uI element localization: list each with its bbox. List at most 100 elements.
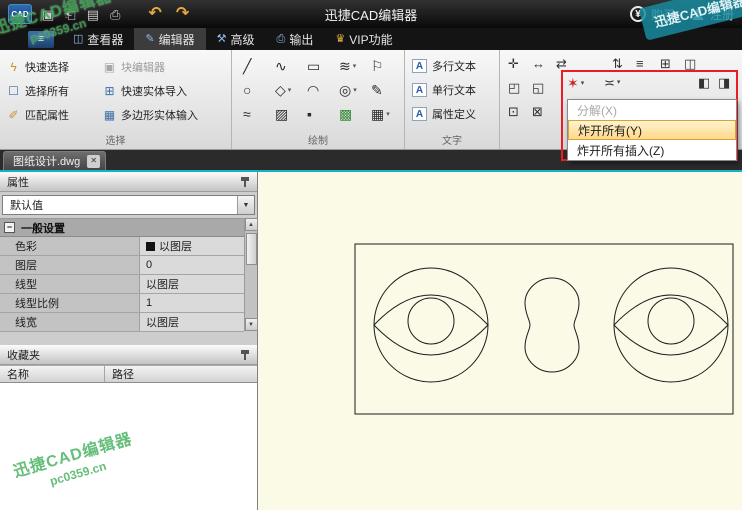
- close-icon[interactable]: ✕: [87, 155, 100, 168]
- multiline-text-button[interactable]: A 多行文本: [412, 54, 497, 78]
- viewport-icon[interactable]: ◫: [684, 57, 696, 70]
- spline-tool[interactable]: ∿: [272, 59, 304, 73]
- property-row-linetype-scale[interactable]: 线型比例 1: [0, 294, 244, 313]
- tab-advanced[interactable]: ⚒ 高级: [206, 28, 266, 50]
- text-group: A 多行文本 A 单行文本 A 属性定义 文字: [405, 50, 500, 149]
- print-icon[interactable]: ⎙: [110, 8, 120, 21]
- trim-icon[interactable]: ◰: [508, 81, 520, 94]
- spline-icon: ∿: [275, 59, 287, 73]
- polygon-tool[interactable]: ◇▾: [272, 83, 304, 97]
- left-eye-inner-circle[interactable]: [408, 298, 454, 344]
- right-eye-lens[interactable]: [614, 295, 728, 355]
- open-file-icon[interactable]: ⎗: [65, 8, 75, 21]
- arc-icon: ◠: [307, 83, 319, 97]
- preset-dropdown[interactable]: 默认值 ▼: [2, 195, 255, 215]
- document-tab[interactable]: 图纸设计.dwg ✕: [3, 151, 106, 170]
- app-menu-button[interactable]: ≡: [28, 31, 54, 48]
- hatch-tool[interactable]: ▨: [272, 107, 304, 121]
- left-eye-outer-circle[interactable]: [374, 268, 488, 382]
- property-row-layer[interactable]: 图层 0: [0, 256, 244, 275]
- rectangle-tool[interactable]: ▭: [304, 59, 336, 73]
- match-properties-button[interactable]: ✐ 匹配属性: [6, 103, 102, 127]
- move-icon[interactable]: ✛: [508, 57, 519, 70]
- pin-icon[interactable]: [240, 176, 250, 188]
- chevron-down-icon[interactable]: ▼: [237, 196, 254, 214]
- app-menu-icon: ≡: [38, 33, 44, 45]
- point-tool[interactable]: ▪: [304, 107, 336, 121]
- favorites-list[interactable]: [0, 383, 257, 510]
- quick-access-toolbar: ▣ ⎗ ▤ ⎙: [42, 8, 120, 21]
- property-value[interactable]: 以图层: [140, 237, 244, 255]
- scrollbar[interactable]: ▲ ▼: [244, 218, 257, 331]
- property-value[interactable]: 0: [140, 256, 244, 274]
- quick-entity-import-button[interactable]: ⊞ 快速实体导入: [102, 79, 198, 103]
- column-header-name[interactable]: 名称: [0, 366, 105, 383]
- property-row-linetype[interactable]: 线型 以图层: [0, 275, 244, 294]
- modify-tool-b-button[interactable]: ◨: [718, 76, 730, 89]
- buy-button[interactable]: ¥ 购买: [630, 6, 675, 23]
- undo-icon[interactable]: ↶: [148, 6, 161, 22]
- line-tool[interactable]: ╱: [240, 59, 272, 73]
- scroll-up-icon[interactable]: ▲: [245, 218, 258, 231]
- property-row-color[interactable]: 色彩 以图层: [0, 237, 244, 256]
- tab-label: VIP功能: [349, 31, 392, 48]
- color-swatch: [146, 242, 155, 251]
- offset-icon[interactable]: ⇄: [556, 57, 567, 70]
- insert-block-icon[interactable]: ⊞: [660, 57, 671, 70]
- select-all-button[interactable]: ☐ 选择所有: [6, 79, 102, 103]
- property-row-lineweight[interactable]: 线宽 以图层: [0, 313, 244, 332]
- button-label: 属性定义: [432, 106, 476, 122]
- property-value[interactable]: 以图层: [140, 313, 244, 331]
- right-eye-outer-circle[interactable]: [614, 268, 728, 382]
- singleline-text-button[interactable]: A 单行文本: [412, 78, 497, 102]
- pin-icon[interactable]: [240, 349, 250, 361]
- redo-icon[interactable]: ↷: [176, 6, 189, 22]
- erase-icon[interactable]: ⊠: [532, 105, 543, 118]
- section-general-settings[interactable]: − 一般设置: [0, 219, 244, 237]
- explode-dropdown-button[interactable]: ✶ ▾: [567, 76, 584, 90]
- scroll-down-icon[interactable]: ▼: [245, 318, 258, 331]
- revision-flag-tool[interactable]: ⚐: [368, 59, 400, 73]
- register-button[interactable]: 注册: [691, 6, 734, 23]
- menu-item-explode-all-inserts[interactable]: 炸开所有插入(Z): [568, 140, 736, 160]
- arc-tool[interactable]: ◠: [304, 83, 336, 97]
- column-header-path[interactable]: 路径: [105, 366, 257, 383]
- right-eye-inner-circle[interactable]: [648, 298, 694, 344]
- new-file-icon[interactable]: ▣: [42, 8, 54, 21]
- fillet-icon[interactable]: ◱: [532, 81, 544, 94]
- circle-tool[interactable]: ○: [240, 83, 272, 97]
- modify-tool-a-button[interactable]: ◧: [698, 76, 710, 89]
- align-dropdown-button[interactable]: ≍ ▾: [604, 76, 620, 89]
- table-tool[interactable]: ▦▾: [368, 107, 400, 121]
- region-tool[interactable]: ▩: [336, 107, 368, 121]
- tab-vip[interactable]: ♛ VIP功能: [324, 28, 403, 50]
- middle-peanut-shape[interactable]: [525, 278, 579, 372]
- explode-dropdown-menu: 分解(X) 炸开所有(Y) 炸开所有插入(Z): [567, 99, 737, 161]
- save-icon[interactable]: ▤: [87, 8, 99, 21]
- scrollbar-thumb[interactable]: [246, 233, 257, 265]
- drawing-rectangle[interactable]: [355, 244, 733, 414]
- attribute-define-button[interactable]: A 属性定义: [412, 102, 497, 126]
- polygon-entity-input-button[interactable]: ▦ 多边形实体输入: [102, 103, 198, 127]
- scale-box-icon[interactable]: ⊡: [508, 105, 519, 118]
- drawing-canvas[interactable]: [258, 172, 742, 510]
- array-icon[interactable]: ⇅: [612, 57, 623, 70]
- left-eye-lens[interactable]: [374, 295, 488, 355]
- property-value[interactable]: 以图层: [140, 275, 244, 293]
- polyline-tool[interactable]: ≋▾: [336, 59, 368, 73]
- sketch-tool[interactable]: ✎: [368, 83, 400, 97]
- revision-cloud-tool[interactable]: ≈: [240, 107, 272, 121]
- property-value[interactable]: 1: [140, 294, 244, 312]
- menu-item-explode-all[interactable]: 炸开所有(Y): [568, 120, 736, 140]
- collapse-icon[interactable]: −: [4, 222, 15, 233]
- value-text: 以图层: [146, 314, 179, 330]
- mirror-icon[interactable]: ↔: [532, 57, 545, 70]
- tab-editor[interactable]: ✎ 编辑器: [134, 28, 205, 50]
- tab-output[interactable]: ⎙ 输出: [266, 28, 325, 50]
- ellipse-tool[interactable]: ◎▾: [336, 83, 368, 97]
- layers-icon[interactable]: ≡: [636, 57, 644, 70]
- quick-select-button[interactable]: ϟ 快速选择: [6, 55, 102, 79]
- tab-label: 编辑器: [159, 31, 195, 48]
- property-key: 线型比例: [0, 294, 140, 312]
- tab-viewer[interactable]: ◫ 查看器: [62, 28, 134, 50]
